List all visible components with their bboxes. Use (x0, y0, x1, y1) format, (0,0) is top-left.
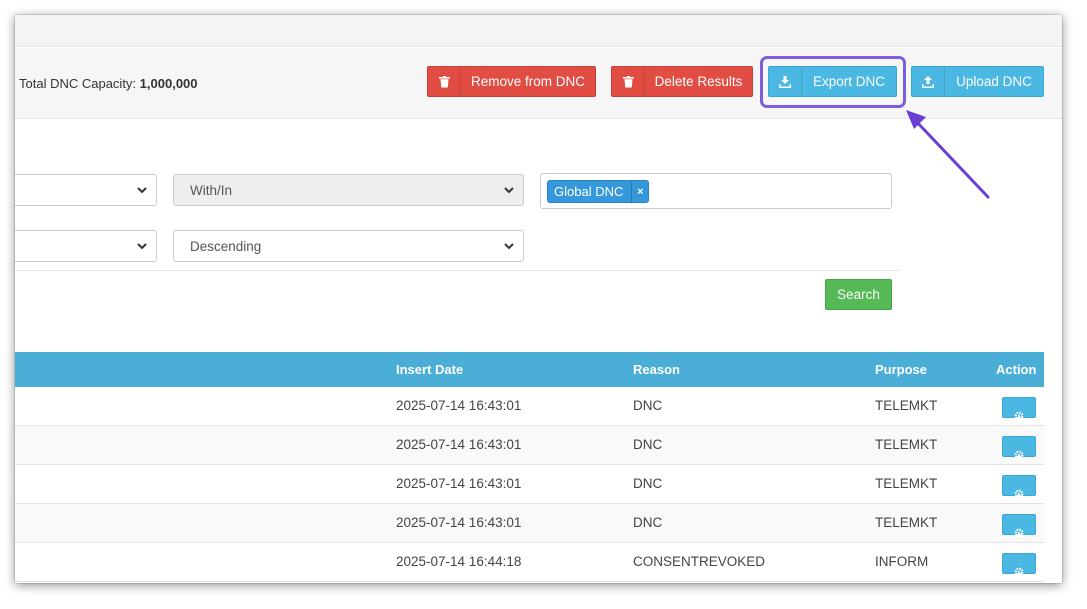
search-button[interactable]: Search (825, 279, 892, 310)
cell-purpose: TELEMKT (875, 515, 938, 530)
row-action-button[interactable] (1002, 436, 1036, 460)
dnc-list-tag-label: Global DNC (554, 184, 624, 199)
cell-reason: DNC (633, 398, 663, 413)
chevron-down-icon (136, 183, 148, 200)
cell-insert-date: 2025-07-14 16:44:18 (396, 554, 522, 569)
match-type-value: With/In (190, 182, 233, 198)
dnc-list-tag: Global DNC × (547, 180, 650, 203)
table-header: Insert Date Reason Purpose Action (15, 352, 1044, 387)
cell-insert-date: 2025-07-14 16:43:01 (396, 437, 522, 452)
table-row: 2025-07-14 16:43:01 DNC TELEMKT (15, 426, 1044, 465)
trash-icon (428, 67, 461, 96)
chevron-down-icon (503, 239, 515, 256)
header-insert-date[interactable]: Insert Date (396, 362, 463, 377)
delete-results-label: Delete Results (654, 74, 743, 89)
table-row: 2025-07-14 16:43:01 DNC TELEMKT (15, 465, 1044, 504)
cell-reason: DNC (633, 515, 663, 530)
row-action-button[interactable] (1002, 553, 1036, 577)
table-row: 2025-07-14 16:43:01 DNC TELEMKT (15, 387, 1044, 426)
trash-icon (612, 67, 645, 96)
upload-dnc-label: Upload DNC (956, 74, 1032, 89)
cell-reason: DNC (633, 437, 663, 452)
header-action: Action (996, 362, 1037, 377)
cell-insert-date: 2025-07-14 16:43:01 (396, 398, 522, 413)
delete-results-button[interactable]: Delete Results (611, 66, 753, 97)
app-window: Total DNC Capacity: 1,000,000 Remove fro… (15, 15, 1062, 583)
caret-down-icon (1016, 409, 1022, 424)
sort-order-value: Descending (190, 238, 262, 254)
caret-down-icon (1016, 487, 1022, 502)
dnc-capacity: Total DNC Capacity: 1,000,000 (19, 76, 198, 91)
row-action-button[interactable] (1002, 514, 1036, 538)
dnc-list-tag-input[interactable]: Global DNC × (540, 173, 892, 209)
table-row: 2025-07-14 16:44:18 CONSENTREVOKED INFOR… (15, 543, 1044, 582)
cell-purpose: TELEMKT (875, 398, 938, 413)
capacity-value: 1,000,000 (139, 76, 198, 91)
match-type-select[interactable]: With/In (173, 174, 524, 206)
capacity-label: Total DNC Capacity: (19, 76, 137, 91)
remove-from-dnc-button[interactable]: Remove from DNC (427, 66, 596, 97)
chevron-down-icon (136, 239, 148, 256)
upload-dnc-button[interactable]: Upload DNC (911, 66, 1044, 97)
cell-purpose: TELEMKT (875, 437, 938, 452)
table-row: 2025-07-14 16:43:01 DNC TELEMKT (15, 504, 1044, 543)
cell-reason: CONSENTREVOKED (633, 554, 766, 569)
remove-from-dnc-label: Remove from DNC (470, 74, 586, 89)
header-reason[interactable]: Reason (633, 362, 680, 377)
chevron-down-icon (503, 183, 515, 200)
filter-field-select[interactable] (15, 174, 157, 206)
caret-down-icon (1016, 565, 1022, 580)
cell-insert-date: 2025-07-14 16:43:01 (396, 476, 522, 491)
tag-remove-icon[interactable]: × (631, 181, 648, 202)
dnc-table: Insert Date Reason Purpose Action 2025-0… (15, 352, 1044, 582)
cell-purpose: TELEMKT (875, 476, 938, 491)
cell-purpose: INFORM (875, 554, 929, 569)
sort-order-select[interactable]: Descending (173, 230, 524, 262)
caret-down-icon (1016, 448, 1022, 463)
cell-insert-date: 2025-07-14 16:43:01 (396, 515, 522, 530)
top-strip (15, 15, 1062, 47)
export-highlight-box (760, 56, 906, 108)
row-action-button[interactable] (1002, 397, 1036, 421)
caret-down-icon (1016, 526, 1022, 541)
upload-icon (912, 67, 945, 96)
sort-field-select[interactable] (15, 230, 157, 262)
form-divider (15, 270, 900, 271)
row-action-button[interactable] (1002, 475, 1036, 499)
cell-reason: DNC (633, 476, 663, 491)
header-purpose[interactable]: Purpose (875, 362, 927, 377)
